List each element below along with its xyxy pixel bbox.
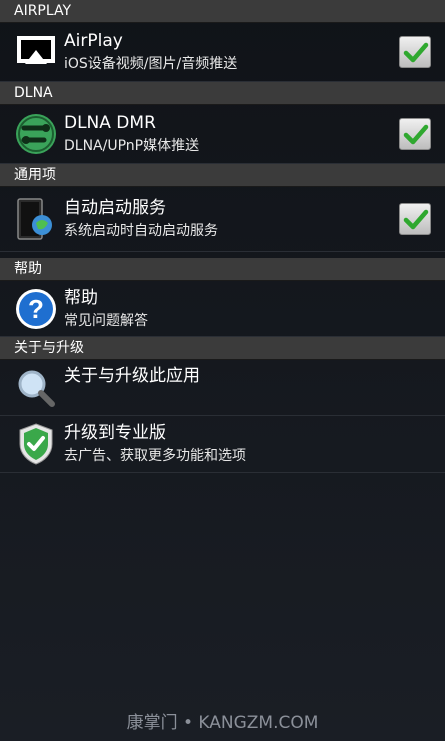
watermark: 康掌门 • KANGZM.COM [126,713,319,733]
help-row[interactable]: ? 帮助 常见问题解答 [0,281,445,337]
checkmark-icon [403,209,429,230]
about-title: 关于与升级此应用 [64,366,200,386]
checkmark-icon [403,124,429,145]
section-header-dlna: DLNA [0,82,445,105]
airplay-subtitle: iOS设备视频/图片/音频推送 [64,56,238,72]
help-subtitle: 常见问题解答 [64,312,148,329]
section-header-general: 通用项 [0,164,445,187]
autostart-title: 自动启动服务 [64,198,166,218]
shield-icon [19,423,53,465]
dlna-title: DLNA DMR [64,113,156,133]
question-icon: ? [16,288,56,329]
airplay-icon [17,36,55,64]
checkmark-icon [403,42,429,63]
airplay-title: AirPlay [64,31,123,51]
help-title: 帮助 [64,287,98,308]
section-header-airplay: AIRPLAY [0,0,445,23]
upgrade-pro-subtitle: 去广告、获取更多功能和选项 [64,448,246,464]
autostart-icon [17,198,52,240]
about-row[interactable]: 关于与升级此应用 [0,360,445,416]
autostart-subtitle: 系统启动时自动启动服务 [64,223,218,239]
airplay-checkbox[interactable] [399,36,431,68]
magnifier-icon [18,370,55,407]
dlna-subtitle: DLNA/UPnP媒体推送 [64,138,200,154]
autostart-setting-row[interactable]: 自动启动服务 系统启动时自动启动服务 [0,187,445,252]
dlna-setting-row[interactable]: DLNA DMR DLNA/UPnP媒体推送 [0,105,445,164]
section-header-about: 关于与升级 [0,337,445,360]
upgrade-pro-title: 升级到专业版 [64,423,166,443]
dlna-checkbox[interactable] [399,118,431,150]
svg-text:?: ? [28,294,44,324]
airplay-setting-row[interactable]: AirPlay iOS设备视频/图片/音频推送 [0,23,445,82]
autostart-checkbox[interactable] [399,203,431,235]
dlna-icon [16,114,56,154]
section-header-help: 帮助 [0,258,445,281]
upgrade-pro-row[interactable]: 升级到专业版 去广告、获取更多功能和选项 [0,416,445,473]
